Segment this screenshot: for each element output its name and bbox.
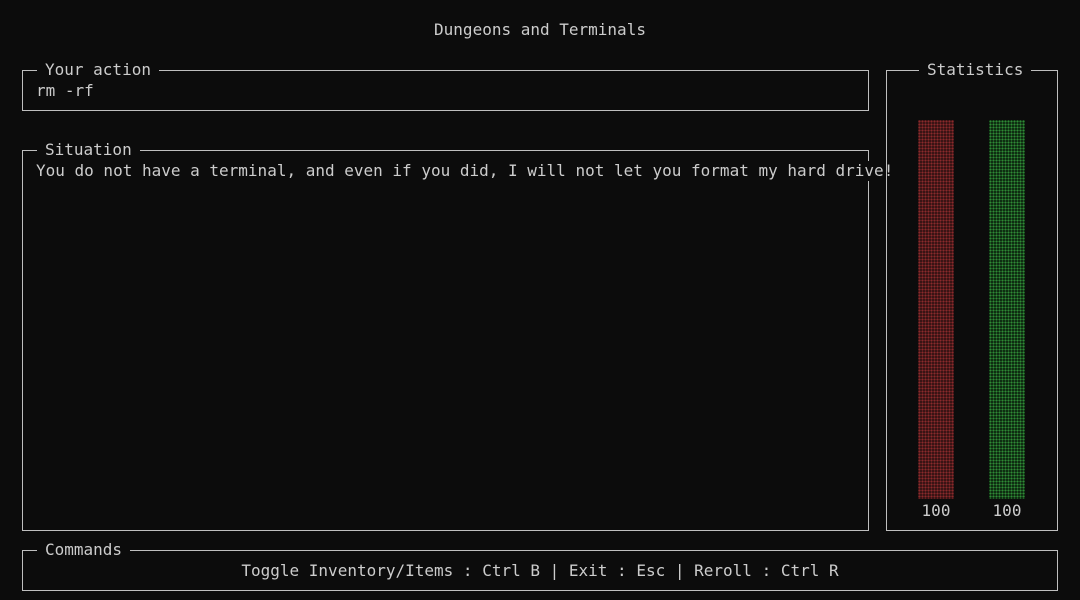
statistics-panel: Statistics 100 100	[886, 60, 1058, 531]
energy-value: 100	[992, 501, 1022, 520]
command-separator: |	[539, 561, 569, 580]
energy-bar	[989, 120, 1025, 499]
action-panel-label: Your action	[37, 60, 159, 80]
action-input[interactable]: rm -rf	[36, 81, 94, 101]
statistics-panel-label: Statistics	[919, 60, 1032, 80]
situation-panel: Situation You do not have a terminal, an…	[22, 140, 902, 531]
energy-bar-fill	[989, 120, 1025, 499]
command-reroll-action: Reroll	[694, 561, 752, 580]
situation-text: You do not have a terminal, and even if …	[36, 161, 902, 181]
commands-panel-label: Commands	[37, 540, 131, 560]
situation-panel-label: Situation	[37, 140, 140, 160]
key-separator: :	[751, 561, 781, 580]
command-toggle-inventory-action: Toggle Inventory/Items	[241, 561, 454, 580]
commands-row: Toggle Inventory/Items : Ctrl B | Exit :…	[23, 561, 1057, 581]
command-exit-action: Exit	[568, 561, 608, 580]
command-toggle-inventory-key: Ctrl B	[482, 561, 540, 580]
commands-panel: Commands Toggle Inventory/Items : Ctrl B…	[22, 540, 1058, 591]
action-panel[interactable]: Your action rm -rf	[22, 60, 869, 111]
command-exit-key: Esc	[636, 561, 666, 580]
key-separator: :	[453, 561, 483, 580]
health-value: 100	[921, 501, 951, 520]
app-title: Dungeons and Terminals	[434, 20, 646, 39]
health-bar	[918, 120, 954, 499]
command-separator: |	[665, 561, 695, 580]
command-reroll-key: Ctrl R	[780, 561, 839, 580]
key-separator: :	[607, 561, 637, 580]
health-bar-fill	[918, 120, 954, 499]
